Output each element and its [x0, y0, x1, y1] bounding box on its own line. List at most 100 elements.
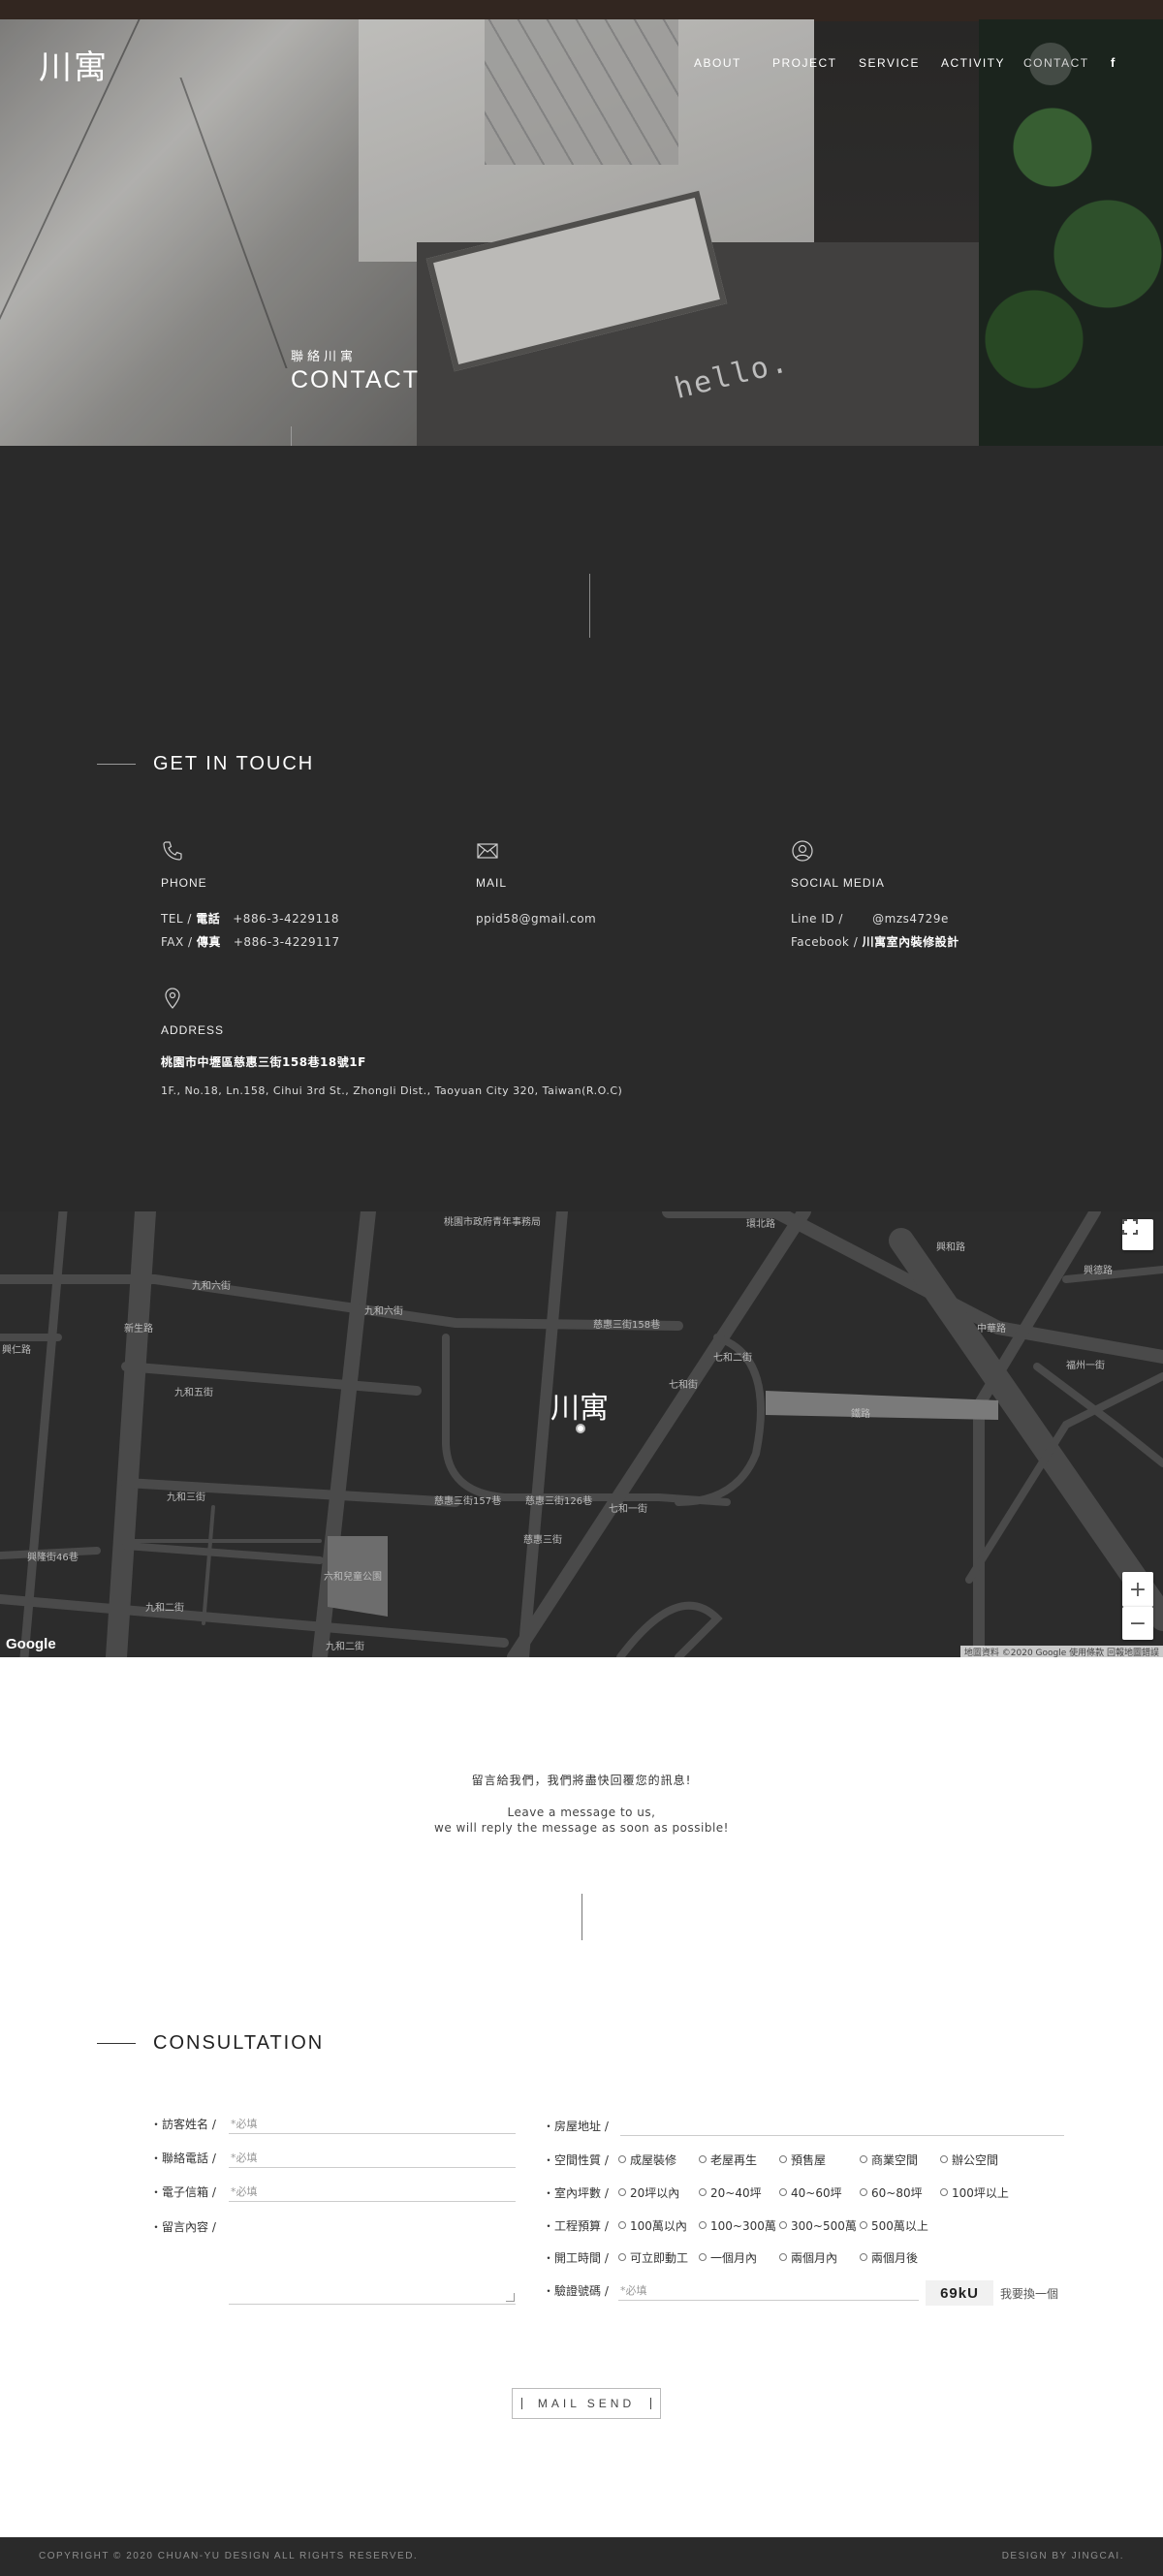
line-id-value[interactable]: @mzs4729e — [872, 912, 949, 926]
email-input[interactable]: *必填 — [229, 2181, 516, 2202]
mail-value[interactable]: ppid58@gmail.com — [476, 907, 767, 930]
address-field[interactable] — [620, 2115, 1064, 2136]
map-marker-icon[interactable] — [576, 1424, 585, 1433]
map-marker-logo[interactable]: 川寓 — [550, 1384, 609, 1427]
captcha-refresh-link[interactable]: 我要換一個 — [1000, 2285, 1058, 2302]
radio-option[interactable]: 可立即動工 — [618, 2249, 688, 2266]
radio-option[interactable]: 兩個月後 — [860, 2249, 918, 2266]
consultation-title: CONSULTATION — [153, 2031, 325, 2054]
radio-option[interactable]: 辦公空間 — [940, 2152, 998, 2168]
radio-label: 可立即動工 — [630, 2250, 689, 2265]
form-row-address: ・房屋地址 / — [543, 2115, 609, 2136]
start-time-label: ・開工時間 / — [543, 2250, 609, 2265]
heading-bar — [97, 2042, 136, 2044]
area-label: ・室內坪數 / — [543, 2185, 609, 2200]
captcha-input[interactable]: *必填 — [618, 2279, 919, 2301]
map-label: 興和路 — [936, 1242, 965, 1253]
radio-option[interactable]: 老屋再生 — [699, 2152, 757, 2168]
map-credit[interactable]: 地圖資料 ©2020 Google 使用條款 回報地圖錯誤 — [959, 1646, 1163, 1657]
main-nav: ABOUT PROJECT SERVICE ACTIVITY CONTACT f — [0, 43, 1163, 85]
radio-icon — [940, 2155, 948, 2163]
map-label: 慈惠三街 — [523, 1535, 562, 1546]
address-input[interactable] — [620, 2115, 1064, 2136]
captcha-field[interactable]: *必填 — [618, 2279, 919, 2301]
map-label: 環北路 — [746, 1219, 775, 1230]
google-map[interactable]: 桃園市政府青年事務局 九和六街 九和六街 慈惠三街158巷 九和五街 九和三街 … — [0, 1211, 1163, 1657]
radio-label: 老屋再生 — [710, 2152, 758, 2167]
phone-icon — [163, 841, 182, 861]
radio-icon — [618, 2155, 626, 2163]
nav-item-service[interactable]: SERVICE — [859, 56, 920, 70]
nav-item-about[interactable]: ABOUT — [694, 56, 741, 70]
radio-icon — [779, 2221, 787, 2229]
nav-item-project[interactable]: PROJECT — [772, 56, 837, 70]
google-logo: Google — [6, 1636, 56, 1652]
radio-option[interactable]: 商業空間 — [860, 2152, 918, 2168]
hero-banner: hello. 川寓 ABOUT PROJECT SERVICE ACTIVITY… — [0, 0, 1163, 446]
message-zh: 留言給我們，我們將盡快回覆您的訊息! — [471, 1774, 692, 1787]
designer-credit[interactable]: DESIGN BY JINGCAI. — [1002, 2551, 1124, 2561]
radio-option[interactable]: 300~500萬 — [779, 2217, 857, 2234]
mail-send-button[interactable]: MAIL SEND — [512, 2388, 661, 2419]
nav-item-activity[interactable]: ACTIVITY — [941, 56, 1005, 70]
map-label: 九和三街 — [167, 1492, 205, 1503]
radio-option[interactable]: 40~60坪 — [779, 2184, 842, 2201]
zoom-out-button[interactable]: − — [1122, 1607, 1153, 1640]
map-label: 鐵路 — [851, 1409, 870, 1420]
facebook-icon[interactable]: f — [1111, 55, 1115, 70]
radio-label: 100~300萬 — [710, 2218, 776, 2233]
address-zh-text: 桃園市中壢區慈惠三街158巷18號1F — [161, 1055, 366, 1069]
tel-value[interactable]: +886-3-4229118 — [233, 912, 339, 926]
fullscreen-icon[interactable] — [1122, 1219, 1153, 1250]
railway — [766, 1391, 998, 1420]
social-label: SOCIAL MEDIA — [791, 876, 885, 890]
map-label: 慈惠三街126巷 — [525, 1496, 593, 1507]
email-field[interactable]: *必填 — [229, 2181, 516, 2202]
radio-option[interactable]: 100萬以內 — [618, 2217, 687, 2234]
radio-option[interactable]: 100坪以上 — [940, 2184, 1009, 2201]
radio-option[interactable]: 500萬以上 — [860, 2217, 928, 2234]
user-icon — [792, 840, 813, 862]
map-label: 九和六街 — [192, 1281, 231, 1292]
form-row-budget: ・工程預算 / — [543, 2215, 609, 2236]
radio-option[interactable]: 20~40坪 — [699, 2184, 762, 2201]
message-en-line1: Leave a message to us, — [507, 1806, 656, 1819]
radio-option[interactable]: 預售屋 — [779, 2152, 826, 2168]
radio-label: 20~40坪 — [710, 2185, 762, 2200]
start-time-options: 可立即動工 一個月內 兩個月內 兩個月後 — [618, 2246, 1074, 2268]
form-row-name: ・訪客姓名 / — [150, 2113, 216, 2134]
radio-icon — [618, 2188, 626, 2196]
address-block: ADDRESS 桃園市中壢區慈惠三街158巷18號1F 1F., No.18, … — [161, 987, 839, 1103]
captcha-image: 69kU — [926, 2280, 993, 2306]
phone-field[interactable]: *必填 — [229, 2147, 516, 2168]
phone-input[interactable]: *必填 — [229, 2147, 516, 2168]
map-label: 九和五街 — [174, 1388, 213, 1398]
name-label: ・訪客姓名 / — [150, 2117, 216, 2131]
footer: COPYRIGHT © 2020 CHUAN-YU DESIGN ALL RIG… — [0, 2537, 1163, 2576]
get-in-touch-title: GET IN TOUCH — [153, 752, 315, 774]
radio-icon — [779, 2253, 787, 2261]
radio-option[interactable]: 100~300萬 — [699, 2217, 776, 2234]
facebook-link[interactable]: 川寓室內裝修設計 — [863, 935, 959, 949]
name-input[interactable]: *必填 — [229, 2113, 516, 2134]
radio-label: 20坪以內 — [630, 2185, 680, 2200]
radio-option[interactable]: 兩個月內 — [779, 2249, 837, 2266]
message-textarea[interactable] — [229, 2229, 516, 2305]
radio-option[interactable]: 一個月內 — [699, 2249, 757, 2266]
radio-label: 300~500萬 — [791, 2218, 857, 2233]
area-options: 20坪以內 20~40坪 40~60坪 60~80坪 100坪以上 — [618, 2182, 1074, 2203]
page-subtitle: 聯絡川寓 — [291, 350, 358, 364]
radio-option[interactable]: 60~80坪 — [860, 2184, 923, 2201]
radio-option[interactable]: 20坪以內 — [618, 2184, 679, 2201]
name-field[interactable]: *必填 — [229, 2113, 516, 2134]
form-row-start-time: ・開工時間 / — [543, 2246, 609, 2268]
budget-options: 100萬以內 100~300萬 300~500萬 500萬以上 — [618, 2215, 1074, 2236]
fax-zh: 傳真 — [196, 935, 221, 949]
map-label: 七和一街 — [609, 1504, 647, 1515]
radio-option[interactable]: 成屋裝修 — [618, 2152, 676, 2168]
nav-item-contact[interactable]: CONTACT — [1023, 56, 1089, 70]
map-label: 九和六街 — [364, 1306, 403, 1317]
map-label: 九和二街 — [145, 1603, 184, 1614]
zoom-in-button[interactable]: + — [1122, 1572, 1153, 1607]
radio-label: 商業空間 — [871, 2152, 919, 2167]
